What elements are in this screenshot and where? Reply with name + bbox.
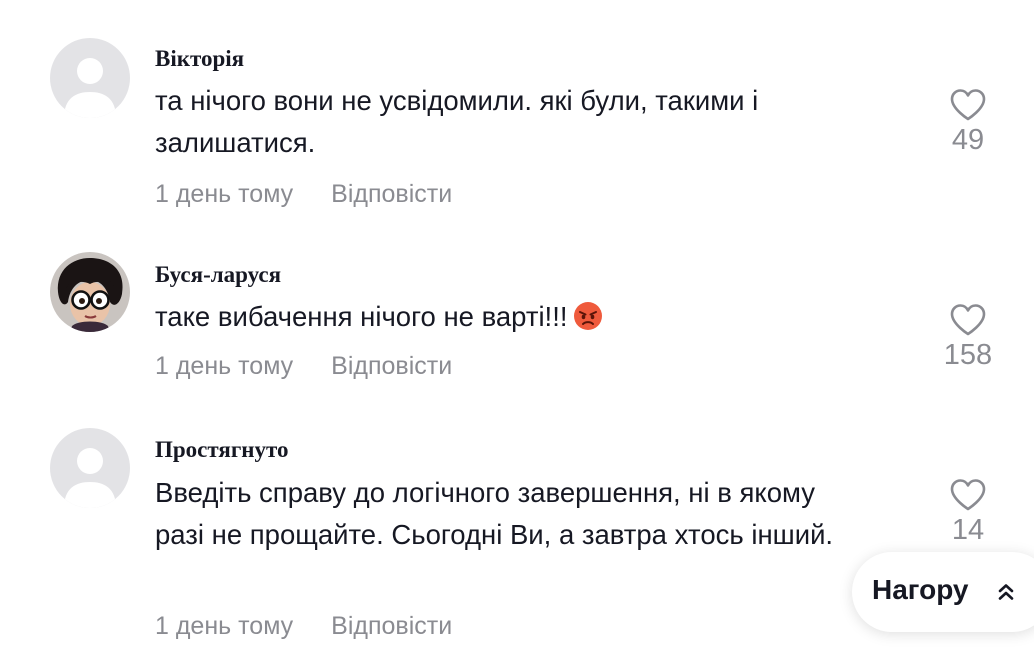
comment-meta: 1 день тому Відповісти xyxy=(155,352,452,381)
like-count: 158 xyxy=(943,339,993,371)
comment-meta: 1 день тому Відповісти xyxy=(155,612,452,641)
avatar[interactable] xyxy=(50,252,130,332)
comment-text: Введіть справу до логічного завершення, … xyxy=(155,477,834,550)
double-chevron-up-icon xyxy=(998,584,1014,600)
comment-username[interactable]: Вікторія xyxy=(155,46,244,72)
reply-button[interactable]: Відповісти xyxy=(331,180,452,208)
default-avatar-icon xyxy=(50,38,130,118)
comment-timestamp: 1 день тому xyxy=(155,180,294,208)
like-button[interactable]: 49 xyxy=(930,88,1006,157)
like-count: 14 xyxy=(951,514,985,546)
cartoon-character-avatar-icon xyxy=(50,252,130,332)
heart-icon[interactable] xyxy=(949,303,987,337)
comment-text-content: таке вибачення нічого не варті!!! xyxy=(155,301,568,332)
back-to-top-label: Нагору xyxy=(872,574,969,605)
heart-icon[interactable] xyxy=(949,88,987,122)
like-button[interactable]: 14 xyxy=(930,478,1006,547)
reply-button[interactable]: Відповісти xyxy=(331,612,452,640)
default-avatar-icon xyxy=(50,428,130,508)
comment-timestamp: 1 день тому xyxy=(155,352,294,380)
like-button[interactable]: 158 xyxy=(918,303,1018,372)
like-count: 49 xyxy=(951,124,985,156)
back-to-top-button[interactable]: Нагору xyxy=(852,552,1034,632)
comment-text: та нічого вони не усвідомили. які були, … xyxy=(155,85,759,158)
heart-icon[interactable] xyxy=(949,478,987,512)
comment-timestamp: 1 день тому xyxy=(155,612,294,640)
avatar[interactable] xyxy=(50,38,130,118)
comment-username[interactable]: Буся-ларуся xyxy=(155,262,281,288)
comment-username[interactable]: Простягнуто xyxy=(155,437,289,463)
comment-meta: 1 день тому Відповісти xyxy=(155,180,452,209)
avatar[interactable] xyxy=(50,428,130,508)
reply-button[interactable]: Відповісти xyxy=(331,352,452,380)
angry-face-icon xyxy=(573,301,603,343)
comment-text: таке вибачення нічого не варті!!! xyxy=(155,296,895,343)
